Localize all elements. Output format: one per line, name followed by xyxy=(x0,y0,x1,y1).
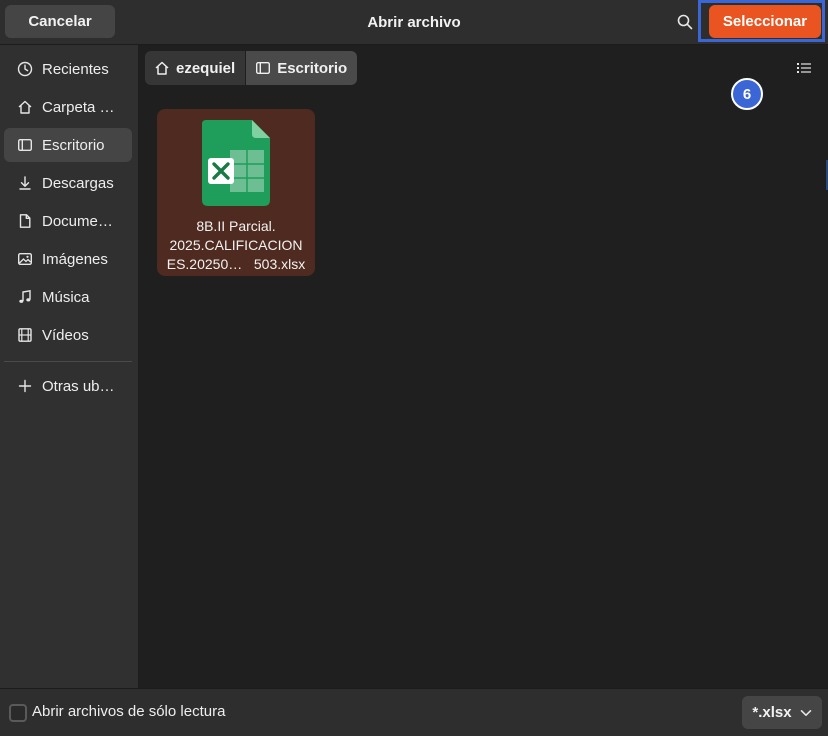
document-icon xyxy=(16,212,34,230)
search-button[interactable] xyxy=(674,11,696,33)
sidebar-item-otras-ubicaciones[interactable]: Otras ub… xyxy=(4,369,132,403)
file-browser: ezequiel Escritorio 6 8B.II Parcial. 202… xyxy=(139,45,828,688)
spreadsheet-icon xyxy=(202,120,270,206)
sidebar-item-carpeta[interactable]: Carpeta … xyxy=(4,90,132,124)
sidebar-item-escritorio[interactable]: Escritorio xyxy=(4,128,132,162)
sidebar-item-label: Carpeta … xyxy=(42,98,115,116)
select-button[interactable]: Seleccionar xyxy=(709,5,821,38)
readonly-label[interactable]: Abrir archivos de sólo lectura xyxy=(32,703,225,720)
clock-icon xyxy=(16,60,34,78)
file-item[interactable]: 8B.II Parcial. 2025.CALIFICACION ES.2025… xyxy=(157,109,315,276)
sidebar-item-label: Recientes xyxy=(42,60,109,78)
desktop-icon xyxy=(16,136,34,154)
video-icon xyxy=(16,326,34,344)
breadcrumb-current-label: Escritorio xyxy=(277,59,348,77)
sidebar-item-documentos[interactable]: Docume… xyxy=(4,204,132,238)
chevron-down-icon xyxy=(800,709,811,716)
filter-value: *.xlsx xyxy=(752,704,792,721)
header-bar: Cancelar Abrir archivo Seleccionar xyxy=(0,0,828,45)
breadcrumb: ezequiel Escritorio xyxy=(145,51,358,85)
file-name: 8B.II Parcial. 2025.CALIFICACION ES.2025… xyxy=(161,217,311,274)
breadcrumb-home[interactable]: ezequiel xyxy=(145,51,247,85)
cancel-button[interactable]: Cancelar xyxy=(5,5,115,38)
readonly-checkbox[interactable] xyxy=(9,704,27,722)
home-icon xyxy=(154,60,170,76)
sidebar-item-label: Música xyxy=(42,288,90,306)
sidebar-item-videos[interactable]: Vídeos xyxy=(4,318,132,352)
home-icon xyxy=(16,98,34,116)
search-icon xyxy=(677,14,693,30)
image-icon xyxy=(16,250,34,268)
file-name-line: 2025.CALIFICACION xyxy=(169,237,303,253)
file-name-line: 8B.II Parcial. xyxy=(196,218,276,234)
sidebar-item-label: Vídeos xyxy=(42,326,89,344)
sidebar-item-imagenes[interactable]: Imágenes xyxy=(4,242,132,276)
sidebar-item-label: Imágenes xyxy=(42,250,108,268)
sidebar: Recientes Carpeta … Escritorio Descargas… xyxy=(0,45,139,688)
sidebar-item-musica[interactable]: Música xyxy=(4,280,132,314)
desktop-icon xyxy=(255,60,271,76)
sidebar-item-recientes[interactable]: Recientes xyxy=(4,52,132,86)
breadcrumb-home-label: ezequiel xyxy=(176,59,236,77)
list-view-icon xyxy=(797,63,811,73)
sidebar-item-label: Escritorio xyxy=(42,136,105,154)
music-icon xyxy=(16,288,34,306)
sidebar-item-label: Descargas xyxy=(42,174,114,192)
file-type-filter[interactable]: *.xlsx xyxy=(742,696,822,729)
list-view-button[interactable] xyxy=(795,59,813,77)
plus-icon xyxy=(16,377,34,395)
download-icon xyxy=(16,174,34,192)
sidebar-item-label: Docume… xyxy=(42,212,113,230)
step-badge: 6 xyxy=(731,78,763,110)
sidebar-divider xyxy=(4,361,132,362)
file-name-line: ES.20250… 503.xlsx xyxy=(166,256,306,272)
sidebar-item-label: Otras ub… xyxy=(42,377,115,395)
footer-bar: Abrir archivos de sólo lectura *.xlsx xyxy=(0,688,828,736)
breadcrumb-current[interactable]: Escritorio xyxy=(246,51,358,85)
sidebar-item-descargas[interactable]: Descargas xyxy=(4,166,132,200)
